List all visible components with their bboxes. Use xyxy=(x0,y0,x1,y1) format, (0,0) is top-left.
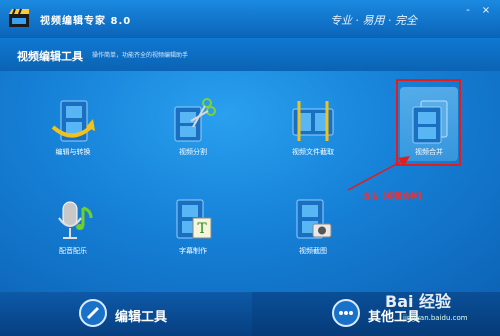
baidu-watermark: Bai 经验 jingyan.baidu.com xyxy=(385,282,500,336)
page-title: 视频编辑工具 xyxy=(17,50,83,63)
watermark-url: jingyan.baidu.com xyxy=(403,314,468,322)
film-edit-icon xyxy=(51,100,95,142)
svg-text:T: T xyxy=(197,221,207,237)
film-merge-icon xyxy=(412,100,448,144)
tool-dubbing[interactable]: 配音配乐 xyxy=(28,196,118,261)
tab-edit-tools[interactable]: 编辑工具 xyxy=(0,292,252,336)
tool-label: 配音配乐 xyxy=(59,247,87,255)
slogan: 专业 · 易用 · 完全 xyxy=(330,14,417,27)
minimize-button[interactable]: - xyxy=(460,4,476,18)
tool-label: 视频分割 xyxy=(179,148,207,156)
app-title: 视频编辑专家 8.0 xyxy=(40,16,132,27)
tool-video-split[interactable]: 视频分割 xyxy=(148,97,238,162)
watermark-brand: Bai 经验 xyxy=(385,292,452,311)
tool-label: 字幕制作 xyxy=(179,247,207,255)
pencil-icon xyxy=(79,299,107,327)
annotation-text: 点击【视频合并】 xyxy=(362,192,426,201)
close-button[interactable]: × xyxy=(478,4,494,18)
tool-video-screenshot[interactable]: 视频截图 xyxy=(268,196,358,261)
tool-label: 视频截图 xyxy=(299,247,327,255)
subtitle-film-icon: T xyxy=(176,199,212,239)
page-subtitle: 操作简单，功能齐全的视频编辑助手 xyxy=(92,52,189,59)
film-clip-icon xyxy=(292,101,334,141)
camera-film-icon xyxy=(296,199,332,239)
more-dots-icon xyxy=(332,299,360,327)
microphone-music-icon xyxy=(58,201,93,239)
tool-label: 编辑与转换 xyxy=(55,148,91,156)
tool-edit-convert[interactable]: 编辑与转换 xyxy=(28,97,118,162)
title-bar[interactable]: 视频编辑专家 8.0 专业 · 易用 · 完全 - × xyxy=(0,0,500,38)
tab-label-edit: 编辑工具 xyxy=(115,310,168,325)
header: 视频编辑工具 操作简单，功能齐全的视频编辑助手 xyxy=(0,38,500,71)
scissors-film-icon xyxy=(174,98,216,142)
app-window: 视频编辑专家 8.0 专业 · 易用 · 完全 - × 视频编辑工具 操作简单，… xyxy=(0,0,500,336)
clapperboard-icon xyxy=(9,8,29,27)
annotation-arrow xyxy=(347,156,410,191)
tool-subtitles[interactable]: T 字幕制作 xyxy=(148,196,238,261)
